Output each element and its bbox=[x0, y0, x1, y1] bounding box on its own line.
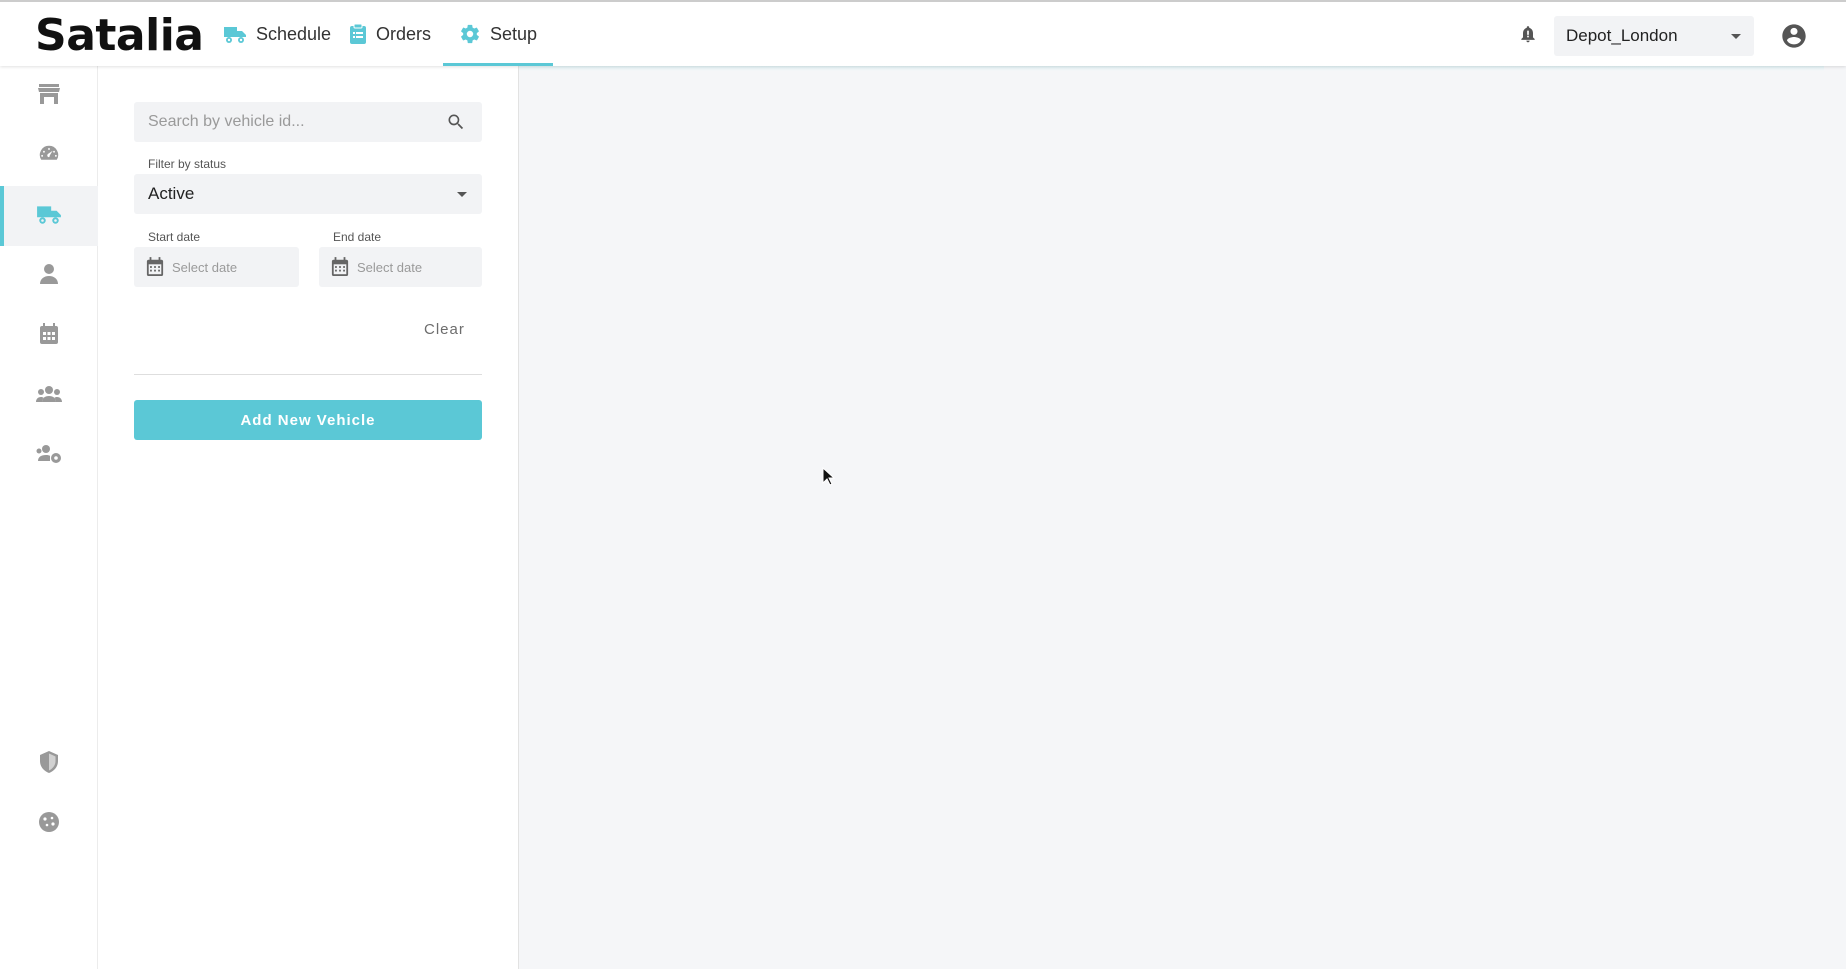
end-date-label: End date bbox=[333, 230, 382, 244]
tab-schedule-label: Schedule bbox=[256, 23, 332, 44]
sidebar-item-drivers[interactable] bbox=[0, 246, 98, 306]
add-vehicle-button[interactable]: Add New Vehicle bbox=[134, 400, 482, 440]
clear-button[interactable]: Clear bbox=[424, 321, 465, 338]
depot-select[interactable]: Depot_London bbox=[1554, 16, 1754, 56]
person-icon bbox=[40, 263, 58, 290]
end-date-field[interactable]: Select date bbox=[319, 247, 482, 287]
clipboard-icon bbox=[349, 23, 367, 45]
sidebar-item-privacy[interactable] bbox=[0, 734, 98, 794]
start-date-placeholder: Select date bbox=[172, 259, 238, 275]
speedometer-icon bbox=[37, 143, 61, 170]
search-icon[interactable] bbox=[446, 112, 466, 137]
truck-icon bbox=[223, 24, 247, 44]
bell-icon[interactable] bbox=[1518, 24, 1538, 49]
calendar-icon bbox=[39, 322, 59, 350]
end-date-placeholder: Select date bbox=[357, 259, 423, 275]
sidebar-item-calendar[interactable] bbox=[0, 306, 98, 366]
top-bar: Satalia Schedule Orders Setup Depot_Lond… bbox=[0, 0, 1846, 66]
account-circle-icon[interactable] bbox=[1780, 22, 1808, 55]
gear-icon bbox=[459, 23, 481, 45]
calendar-icon bbox=[146, 257, 164, 277]
group-icon bbox=[36, 385, 62, 408]
divider bbox=[134, 374, 482, 375]
tab-orders-label: Orders bbox=[376, 23, 432, 44]
group-settings-icon bbox=[36, 444, 62, 469]
status-filter-select[interactable]: Active bbox=[134, 174, 482, 214]
tab-orders[interactable]: Orders bbox=[349, 2, 431, 66]
calendar-icon bbox=[331, 257, 349, 277]
sidebar-item-teams[interactable] bbox=[0, 366, 98, 426]
sidebar-item-dashboard[interactable] bbox=[0, 126, 98, 186]
start-date-field[interactable]: Select date bbox=[134, 247, 299, 287]
main-content bbox=[519, 66, 1846, 969]
sidebar-item-cookies[interactable] bbox=[0, 794, 98, 854]
sidebar-item-vehicles[interactable] bbox=[0, 186, 98, 246]
status-filter-label: Filter by status bbox=[148, 157, 227, 171]
store-icon bbox=[37, 83, 61, 110]
tab-setup[interactable]: Setup bbox=[443, 2, 554, 66]
tab-setup-label: Setup bbox=[490, 23, 538, 44]
status-filter-value: Active bbox=[148, 184, 195, 203]
loading-bar bbox=[519, 66, 1824, 71]
search-box bbox=[134, 102, 482, 142]
start-date-label: Start date bbox=[148, 230, 201, 244]
app-logo[interactable]: Satalia bbox=[35, 10, 204, 61]
chevron-down-icon bbox=[456, 184, 468, 204]
search-input[interactable] bbox=[134, 102, 448, 142]
vehicle-filter-panel: Filter by status Active Start date Selec… bbox=[98, 66, 519, 969]
depot-select-value: Depot_London bbox=[1566, 26, 1678, 45]
sidebar-item-depots[interactable] bbox=[0, 66, 98, 126]
truck-icon bbox=[36, 203, 62, 230]
sidebar-item-team-settings[interactable] bbox=[0, 426, 98, 486]
shield-icon bbox=[39, 750, 59, 778]
sidebar bbox=[0, 66, 98, 969]
tab-schedule[interactable]: Schedule bbox=[223, 2, 331, 66]
chevron-down-icon bbox=[1730, 26, 1742, 46]
cookie-icon bbox=[38, 811, 60, 838]
mouse-cursor-icon bbox=[822, 466, 836, 492]
